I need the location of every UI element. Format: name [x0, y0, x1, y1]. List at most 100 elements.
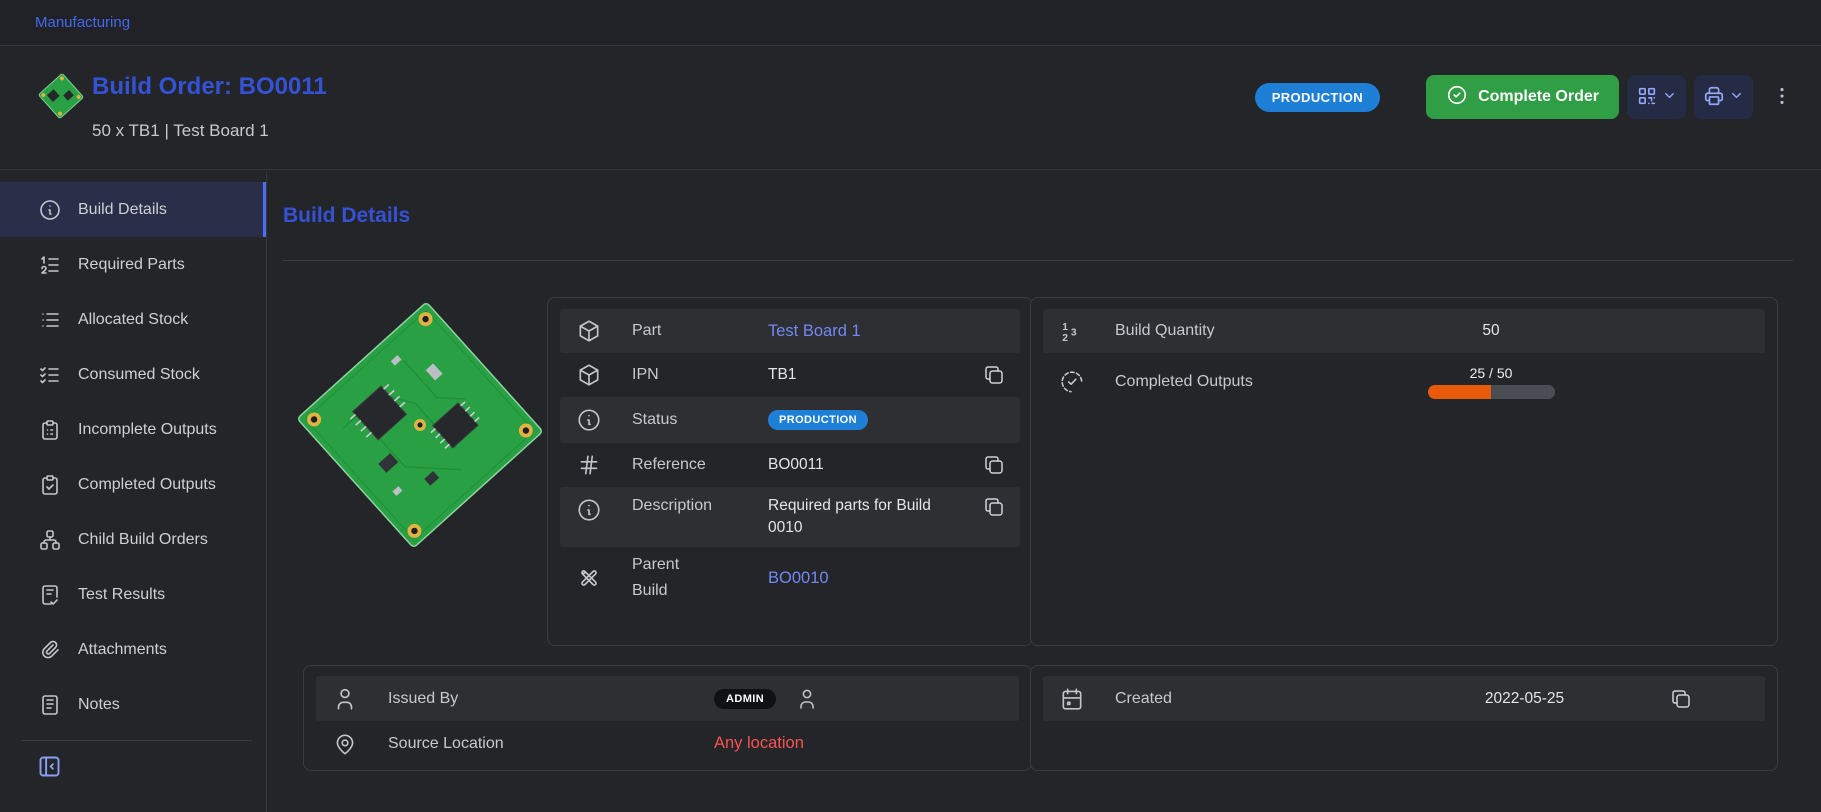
page-subtitle: 50 x TB1 | Test Board 1 — [92, 121, 269, 141]
box-icon — [576, 318, 602, 344]
copy-icon — [982, 495, 1006, 519]
row-label: Created — [1115, 690, 1388, 708]
sidebar-item-notes[interactable]: Notes — [0, 677, 266, 732]
row-label: Source Location — [388, 735, 700, 753]
circle-check-icon — [1446, 84, 1468, 111]
clipboard-check-icon — [38, 473, 62, 497]
created-value: 2022-05-25 — [1388, 690, 1661, 708]
complete-order-button[interactable]: Complete Order — [1426, 75, 1619, 119]
sidebar-nav: Build Details Required Parts Allocated S… — [0, 171, 267, 812]
barcode-actions-button[interactable] — [1627, 75, 1686, 119]
copy-icon — [1669, 687, 1693, 711]
part-image[interactable] — [291, 296, 549, 554]
issued-by-value: ADMIN — [700, 687, 995, 711]
row-label: Issued By — [388, 690, 700, 708]
printer-icon — [1703, 85, 1725, 110]
outputs-progress: 25 / 50 — [1331, 365, 1651, 399]
detail-row-created: Created 2022-05-25 — [1043, 676, 1765, 721]
sidebar-item-label: Consumed Stock — [78, 366, 200, 384]
sidebar-item-label: Completed Outputs — [78, 476, 216, 494]
info-circle-icon — [576, 407, 602, 433]
sidebar-item-allocated-stock[interactable]: Allocated Stock — [0, 292, 266, 347]
sidebar-item-label: Notes — [78, 696, 120, 714]
row-label: Completed Outputs — [1115, 373, 1331, 391]
numbers-123-icon: 123 — [1059, 318, 1085, 344]
svg-text:2: 2 — [1062, 333, 1068, 344]
row-label: Status — [632, 411, 768, 429]
info-circle-icon — [38, 198, 62, 222]
list-numbers-icon — [38, 253, 62, 277]
copy-icon — [982, 363, 1006, 387]
breadcrumb-manufacturing-link[interactable]: Manufacturing — [35, 14, 130, 31]
detail-row-build-quantity: 123 Build Quantity 50 — [1043, 309, 1765, 353]
sidebar-item-test-results[interactable]: Test Results — [0, 567, 266, 622]
status-badge: PRODUCTION — [1255, 83, 1380, 112]
copy-button[interactable] — [1669, 687, 1693, 711]
svg-text:3: 3 — [1071, 327, 1077, 338]
copy-button[interactable] — [982, 363, 1006, 387]
info-circle-icon — [576, 497, 602, 523]
detail-row-part: Part Test Board 1 — [560, 309, 1020, 353]
copy-button[interactable] — [982, 495, 1006, 519]
progress-bar — [1428, 385, 1555, 399]
sidebar-item-label: Required Parts — [78, 256, 185, 274]
build-order-page: Manufacturing Build Order: BO0011 50 x T… — [0, 0, 1821, 812]
part-thumbnail-image[interactable] — [33, 68, 89, 124]
map-pin-icon — [332, 731, 358, 757]
build-quantity-value: 50 — [1331, 322, 1651, 340]
detail-row-completed-outputs: Completed Outputs 25 / 50 — [1043, 353, 1765, 411]
sidebar-item-attachments[interactable]: Attachments — [0, 622, 266, 677]
chevron-down-icon — [1662, 88, 1677, 106]
collapse-sidebar-button[interactable] — [36, 753, 63, 780]
sidebar-item-label: Incomplete Outputs — [78, 421, 217, 439]
source-location-value: Any location — [714, 734, 804, 752]
section-divider — [283, 260, 1793, 261]
copy-button[interactable] — [982, 453, 1006, 477]
ipn-value: TB1 — [768, 366, 974, 384]
sidebar-item-incomplete-outputs[interactable]: Incomplete Outputs — [0, 402, 266, 457]
detail-row-parent-build: Parent Build BO0010 — [560, 547, 1020, 609]
tools-icon — [576, 565, 602, 591]
sidebar-item-build-details[interactable]: Build Details — [0, 182, 266, 237]
sitemap-icon — [38, 528, 62, 552]
row-label: IPN — [632, 366, 768, 384]
clock-check-icon — [1059, 369, 1085, 395]
page-title: Build Order: BO0011 — [92, 73, 327, 101]
detail-row-issued-by: Issued By ADMIN — [316, 676, 1019, 721]
sidebar-item-required-parts[interactable]: Required Parts — [0, 237, 266, 292]
breadcrumb-bar: Manufacturing — [0, 0, 1821, 46]
file-check-icon — [38, 583, 62, 607]
clipboard-icon — [38, 418, 62, 442]
sidebar-item-completed-outputs[interactable]: Completed Outputs — [0, 457, 266, 512]
user-icon — [795, 687, 819, 711]
detail-row-description: Description Required parts for Build 001… — [560, 487, 1020, 547]
sidebar-item-child-build-orders[interactable]: Child Build Orders — [0, 512, 266, 567]
part-link[interactable]: Test Board 1 — [768, 322, 861, 340]
sidebar-item-consumed-stock[interactable]: Consumed Stock — [0, 347, 266, 402]
detail-row-status: Status PRODUCTION — [560, 397, 1020, 443]
sidebar-item-label: Allocated Stock — [78, 311, 188, 329]
dots-vertical-icon — [1771, 85, 1793, 110]
sidebar-item-label: Child Build Orders — [78, 531, 208, 549]
notes-icon — [38, 693, 62, 717]
complete-order-label: Complete Order — [1478, 88, 1599, 106]
reference-value: BO0011 — [768, 456, 974, 474]
detail-row-ipn: IPN TB1 — [560, 353, 1020, 397]
row-label: Reference — [632, 456, 768, 474]
page-header: Build Order: BO0011 50 x TB1 | Test Boar… — [0, 46, 1821, 170]
progress-text: 25 / 50 — [1331, 365, 1651, 381]
section-title: Build Details — [283, 204, 410, 228]
hash-icon — [576, 452, 602, 478]
row-label: Part — [632, 322, 768, 340]
parent-build-link[interactable]: BO0010 — [768, 569, 829, 587]
status-badge: PRODUCTION — [768, 410, 868, 430]
row-label: Parent Build — [632, 552, 768, 603]
header-actions: PRODUCTION Complete Order — [1255, 74, 1793, 120]
list-icon — [38, 308, 62, 332]
more-actions-button[interactable] — [1771, 85, 1793, 110]
description-value: Required parts for Build 0010 — [768, 495, 946, 540]
print-actions-button[interactable] — [1694, 75, 1753, 119]
build-quantity-card: 123 Build Quantity 50 Completed Outputs … — [1030, 297, 1778, 646]
part-details-card: Part Test Board 1 IPN TB1 Status PRODUCT… — [547, 297, 1033, 646]
calendar-icon — [1059, 686, 1085, 712]
